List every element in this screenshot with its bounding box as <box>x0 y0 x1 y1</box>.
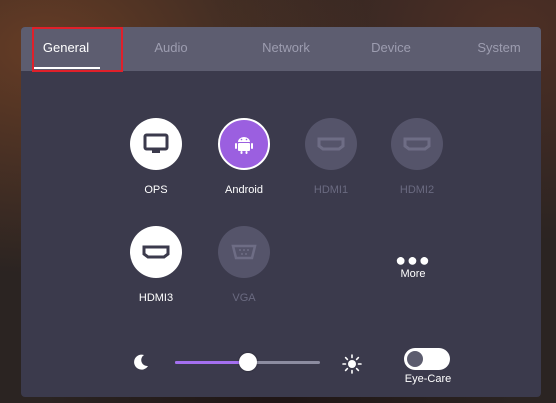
source-hdmi2: HDMI2 <box>377 118 457 196</box>
tab-system[interactable]: System <box>459 27 539 71</box>
moon-icon <box>134 354 148 370</box>
settings-panel: General Audio Network Device System <box>21 27 541 397</box>
tab-audio[interactable]: Audio <box>131 27 211 71</box>
hdmi-icon <box>317 137 345 151</box>
highlight-annotation <box>32 27 123 72</box>
source-hdmi1-label: HDMI1 <box>313 184 349 196</box>
source-hdmi2-button <box>391 118 443 170</box>
source-vga: VGA <box>204 226 284 304</box>
more-dots-icon: ●●● <box>395 250 431 270</box>
source-hdmi1-button <box>305 118 357 170</box>
eye-care-label: Eye-Care <box>404 373 452 385</box>
brightness-slider-fill <box>175 361 248 364</box>
more-label: More <box>400 268 426 280</box>
source-ops-button[interactable] <box>130 118 182 170</box>
tab-network[interactable]: Network <box>246 27 326 71</box>
tab-device[interactable]: Device <box>351 27 431 71</box>
hdmi-icon <box>403 137 431 151</box>
android-icon <box>235 137 253 154</box>
brightness-slider[interactable] <box>175 353 320 371</box>
sun-icon <box>342 354 362 374</box>
eye-care-toggle[interactable] <box>404 348 450 370</box>
source-android-button[interactable] <box>218 118 270 170</box>
source-hdmi1: HDMI1 <box>291 118 371 196</box>
brightness-slider-thumb[interactable] <box>238 353 257 371</box>
eye-care-toggle-knob <box>407 351 423 367</box>
source-hdmi3-label: HDMI3 <box>138 292 174 304</box>
source-hdmi3[interactable]: HDMI3 <box>116 226 196 304</box>
source-android[interactable]: Android <box>204 118 284 196</box>
source-vga-button <box>218 226 270 278</box>
source-hdmi2-label: HDMI2 <box>399 184 435 196</box>
hdmi-icon <box>142 245 170 259</box>
source-ops[interactable]: OPS <box>116 118 196 196</box>
source-android-label: Android <box>225 184 263 196</box>
source-ops-label: OPS <box>144 184 168 196</box>
source-hdmi3-button[interactable] <box>130 226 182 278</box>
more-button[interactable]: ●●● More <box>383 250 443 280</box>
source-vga-label: VGA <box>232 292 256 304</box>
monitor-icon <box>143 133 169 153</box>
vga-icon <box>231 244 257 260</box>
